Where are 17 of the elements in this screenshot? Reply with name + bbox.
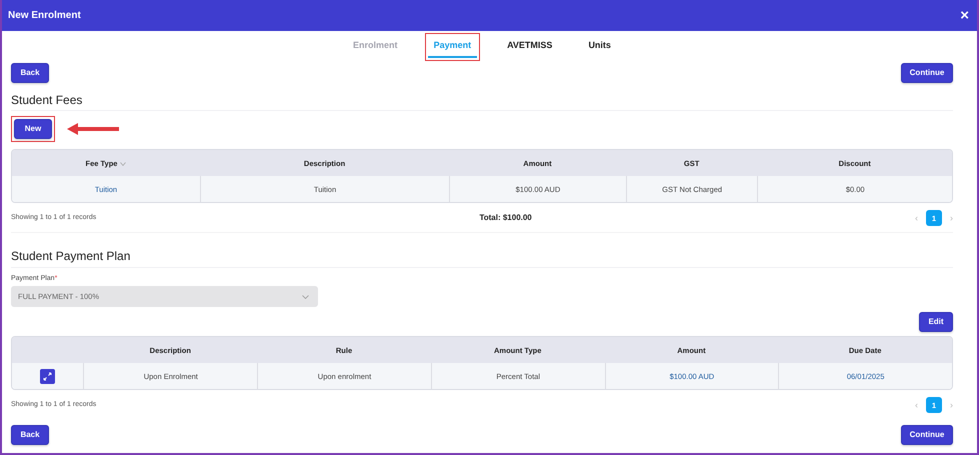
back-button[interactable]: Back (11, 63, 49, 83)
expand-icon (43, 372, 52, 381)
back-button[interactable]: Back (11, 425, 49, 446)
section-title: Student Fees (11, 83, 953, 112)
section-title: Student Payment Plan (11, 239, 953, 268)
continue-button[interactable]: Continue (901, 63, 953, 83)
continue-button[interactable]: Continue (901, 425, 953, 446)
new-button[interactable]: New (14, 119, 52, 140)
edit-button[interactable]: Edit (919, 312, 953, 332)
arrow-icon (67, 123, 119, 136)
tab[interactable]: AVETMISS (501, 36, 558, 58)
expand-button[interactable] (40, 368, 56, 384)
close-button[interactable]: × (960, 8, 969, 23)
sort-caret-icon[interactable] (120, 162, 126, 166)
tab[interactable]: Units (582, 36, 617, 58)
window-title: New Enrolment (8, 9, 81, 23)
total-amount: Total: $100.00 (479, 212, 532, 224)
